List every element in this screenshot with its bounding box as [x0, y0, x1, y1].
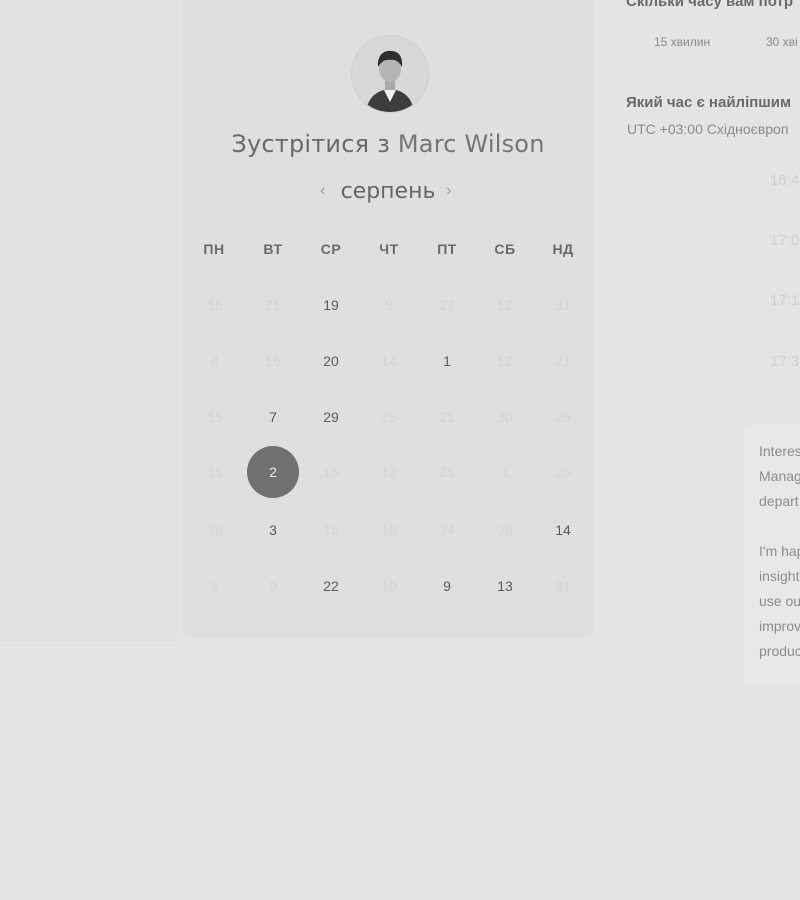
time-slot[interactable]: 17:3: [770, 353, 799, 370]
calendar-day: 8: [385, 297, 393, 313]
calendar-day[interactable]: 13: [479, 560, 531, 612]
time-slot[interactable]: 17:1: [770, 292, 799, 309]
calendar-day: 21: [555, 353, 571, 369]
left-panel: [0, 0, 180, 641]
description-line: Manag: [759, 468, 800, 484]
description-line: produc: [759, 643, 800, 659]
duration-option-30[interactable]: 30 хві: [766, 35, 798, 49]
calendar-day[interactable]: 3: [247, 504, 299, 556]
calendar-day: 9: [269, 578, 277, 594]
calendar-day: 24: [439, 522, 455, 538]
calendar-day: 4: [211, 353, 219, 369]
chevron-right-icon[interactable]: ›: [446, 182, 451, 200]
calendar-day: 14: [381, 353, 397, 369]
calendar-day: 30: [497, 409, 513, 425]
calendar-day: 12: [497, 353, 513, 369]
description-line: use ou: [759, 593, 800, 609]
duration-option-15[interactable]: 15 хвилин: [654, 35, 710, 49]
calendar-day: 15: [323, 464, 339, 480]
time-question: Який час є найліпшим: [626, 94, 792, 111]
description-line: I'm hap: [759, 543, 800, 559]
description-line: depart: [759, 493, 799, 509]
person-avatar-icon: [352, 36, 428, 112]
calendar-day[interactable]: 1: [421, 335, 473, 387]
weekday-fri: ПТ: [437, 241, 457, 257]
page-title: Зустрітися з Marc Wilson: [184, 130, 592, 158]
calendar-day: 10: [381, 578, 397, 594]
month-navigation: ‹ серпень ›: [184, 178, 592, 208]
time-slot[interactable]: 17:0: [770, 232, 799, 249]
avatar: [351, 35, 429, 113]
description-line: insight: [759, 568, 800, 584]
weekday-mon: ПН: [203, 241, 225, 257]
calendar-day[interactable]: 20: [305, 335, 357, 387]
calendar-day: 12: [497, 297, 513, 313]
description-line: Interes: [759, 443, 800, 459]
weekday-sat: СБ: [494, 241, 516, 257]
calendar-day: 25: [555, 464, 571, 480]
weekday-thu: ЧТ: [379, 241, 399, 257]
timezone-selector[interactable]: UTC +03:00 Східноєвроп: [627, 121, 788, 137]
calendar-day: 31: [555, 297, 571, 313]
weekday-sun: НД: [552, 241, 574, 257]
calendar-day[interactable]: 22: [305, 560, 357, 612]
calendar-day: 27: [439, 297, 455, 313]
calendar-day: 16: [207, 297, 223, 313]
calendar-day: 16: [265, 353, 281, 369]
calendar-day: 5: [211, 578, 219, 594]
calendar-day: 21: [265, 297, 281, 313]
title-prefix: Зустрітися з: [231, 130, 391, 158]
calendar-day: 31: [555, 578, 571, 594]
selected-day[interactable]: 2: [247, 446, 299, 498]
calendar-day: 15: [323, 522, 339, 538]
calendar-day[interactable]: 14: [537, 504, 589, 556]
calendar-day: 28: [497, 522, 513, 538]
calendar-day: 25: [439, 464, 455, 480]
calendar-day: 1: [501, 464, 509, 480]
calendar-day: 12: [381, 464, 397, 480]
weekday-tue: ВТ: [263, 241, 283, 257]
description-line: improv: [759, 618, 800, 634]
calendar-day[interactable]: 19: [305, 279, 357, 331]
calendar-day: 18: [207, 522, 223, 538]
calendar-day: 26: [555, 409, 571, 425]
calendar-day[interactable]: 7: [247, 391, 299, 443]
calendar-day: 15: [207, 464, 223, 480]
calendar-day[interactable]: 9: [421, 560, 473, 612]
calendar-day: 21: [439, 409, 455, 425]
calendar-day: 15: [207, 409, 223, 425]
host-name: Marc Wilson: [397, 130, 545, 158]
calendar-day: 25: [381, 409, 397, 425]
duration-question: Скільки часу вам потр: [626, 0, 794, 10]
month-label: серпень: [340, 179, 436, 204]
calendar-day[interactable]: 29: [305, 391, 357, 443]
weekday-wed: СР: [320, 241, 342, 257]
time-slot[interactable]: 16:4: [770, 172, 799, 189]
calendar-day: 18: [381, 522, 397, 538]
